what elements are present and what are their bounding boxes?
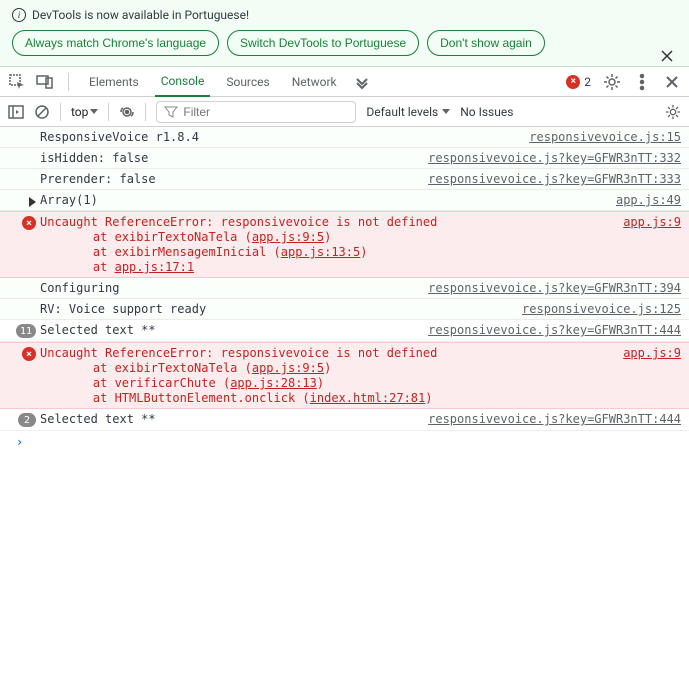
device-toolbar-icon[interactable]	[36, 73, 54, 91]
source-link[interactable]: app.js:49	[616, 193, 681, 207]
stack-link[interactable]: app.js:17:1	[115, 260, 194, 274]
stack-link[interactable]: app.js:28:13	[230, 376, 317, 390]
stack-link[interactable]: index.html:27:81	[310, 391, 426, 405]
log-row: Prerender: false responsivevoice.js?key=…	[0, 169, 689, 190]
log-message: Prerender: false	[40, 172, 420, 186]
log-message: Configuring	[40, 281, 420, 295]
switch-language-button[interactable]: Switch DevTools to Portuguese	[227, 30, 419, 56]
filter-icon	[163, 104, 179, 120]
prompt-chevron-icon: ›	[8, 435, 40, 449]
dont-show-again-button[interactable]: Don't show again	[427, 30, 545, 56]
stack-link[interactable]: app.js:9:5	[252, 230, 324, 244]
inspect-element-icon[interactable]	[8, 73, 26, 91]
context-selector[interactable]: top	[71, 105, 98, 119]
source-link[interactable]: responsivevoice.js?key=GFWR3nTT:444	[428, 323, 681, 338]
error-icon	[22, 347, 36, 361]
console-toolbar: top Default levels No Issues	[0, 97, 689, 127]
log-row: RV: Voice support ready responsivevoice.…	[0, 299, 689, 320]
log-row: Configuring responsivevoice.js?key=GFWR3…	[0, 278, 689, 299]
error-message: Uncaught ReferenceError: responsivevoice…	[40, 215, 681, 274]
close-icon[interactable]	[659, 48, 675, 64]
banner-title: DevTools is now available in Portuguese!	[32, 8, 249, 22]
close-devtools-icon[interactable]	[663, 73, 681, 91]
error-count-value: 2	[584, 75, 591, 89]
log-message[interactable]: Array(1)	[40, 193, 608, 207]
error-row: Uncaught ReferenceError: responsivevoice…	[0, 342, 689, 409]
stack-link[interactable]: app.js:13:5	[281, 245, 360, 259]
error-count[interactable]: 2	[566, 75, 591, 89]
issues-link[interactable]: No Issues	[460, 105, 513, 119]
tab-network[interactable]: Network	[286, 67, 343, 97]
error-message: Uncaught ReferenceError: responsivevoice…	[40, 346, 681, 405]
source-link[interactable]: responsivevoice.js?key=GFWR3nTT:394	[428, 281, 681, 295]
error-row: Uncaught ReferenceError: responsivevoice…	[0, 211, 689, 278]
log-row: ResponsiveVoice r1.8.4 responsivevoice.j…	[0, 127, 689, 148]
more-tabs-icon[interactable]	[353, 73, 371, 91]
error-icon	[566, 75, 580, 89]
log-message: Selected text **	[40, 412, 420, 427]
tab-sources[interactable]: Sources	[220, 67, 275, 97]
stack-link[interactable]: app.js:9:5	[252, 361, 324, 375]
live-expression-icon[interactable]	[119, 104, 135, 120]
context-value: top	[71, 105, 88, 119]
console-output: ResponsiveVoice r1.8.4 responsivevoice.j…	[0, 127, 689, 453]
source-link[interactable]: app.js:9	[623, 346, 681, 360]
log-row: 2 Selected text ** responsivevoice.js?ke…	[0, 409, 689, 431]
tab-elements[interactable]: Elements	[83, 67, 145, 97]
chevron-down-icon	[90, 109, 98, 114]
expand-icon[interactable]	[29, 197, 36, 207]
filter-input-container	[156, 101, 356, 123]
info-icon: i	[12, 8, 26, 22]
chevron-down-icon	[442, 109, 450, 114]
log-levels-selector[interactable]: Default levels	[366, 105, 450, 119]
log-row: isHidden: false responsivevoice.js?key=G…	[0, 148, 689, 169]
log-row: Array(1) app.js:49	[0, 190, 689, 211]
settings-icon[interactable]	[603, 73, 621, 91]
error-icon	[22, 216, 36, 230]
log-message: isHidden: false	[40, 151, 420, 165]
log-message: ResponsiveVoice r1.8.4	[40, 130, 521, 144]
source-link[interactable]: responsivevoice.js?key=GFWR3nTT:444	[428, 412, 681, 427]
source-link[interactable]: responsivevoice.js?key=GFWR3nTT:332	[428, 151, 681, 165]
filter-input[interactable]	[183, 105, 349, 119]
levels-label: Default levels	[366, 105, 438, 119]
source-link[interactable]: responsivevoice.js?key=GFWR3nTT:333	[428, 172, 681, 186]
kebab-menu-icon[interactable]	[633, 73, 651, 91]
match-language-button[interactable]: Always match Chrome's language	[12, 30, 219, 56]
tab-console[interactable]: Console	[155, 67, 211, 97]
source-link[interactable]: responsivevoice.js:125	[522, 302, 681, 316]
clear-console-icon[interactable]	[34, 104, 50, 120]
repeat-count: 2	[18, 413, 36, 427]
source-link[interactable]: responsivevoice.js:15	[529, 130, 681, 144]
console-prompt[interactable]: ›	[0, 431, 689, 453]
log-message: RV: Voice support ready	[40, 302, 514, 316]
log-message: Selected text **	[40, 323, 420, 338]
source-link[interactable]: app.js:9	[623, 215, 681, 229]
devtools-tabs: Elements Console Sources Network 2	[0, 67, 689, 97]
repeat-count: 11	[16, 324, 36, 338]
log-row: 11 Selected text ** responsivevoice.js?k…	[0, 320, 689, 342]
toggle-sidebar-icon[interactable]	[8, 104, 24, 120]
language-banner: i DevTools is now available in Portugues…	[0, 0, 689, 67]
console-settings-icon[interactable]	[665, 104, 681, 120]
